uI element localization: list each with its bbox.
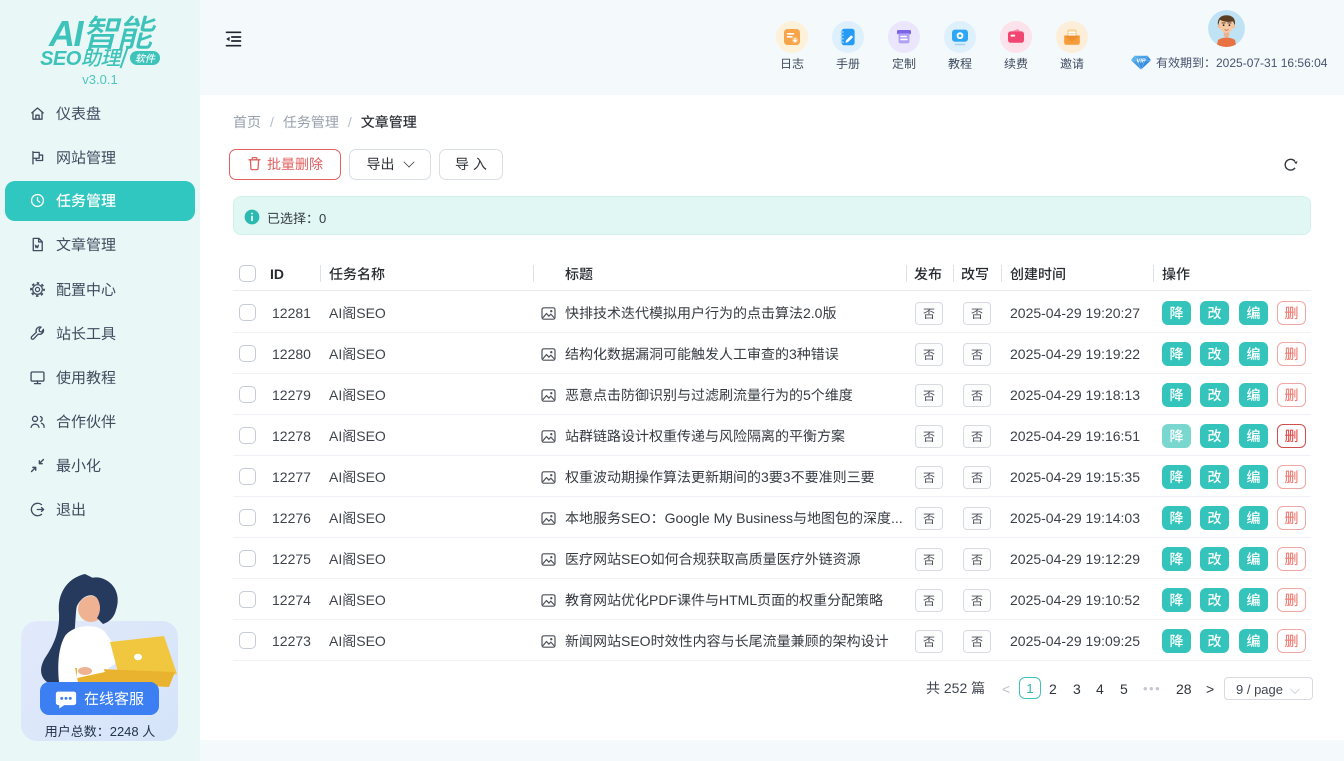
svg-text:VIP: VIP [1136,58,1145,64]
